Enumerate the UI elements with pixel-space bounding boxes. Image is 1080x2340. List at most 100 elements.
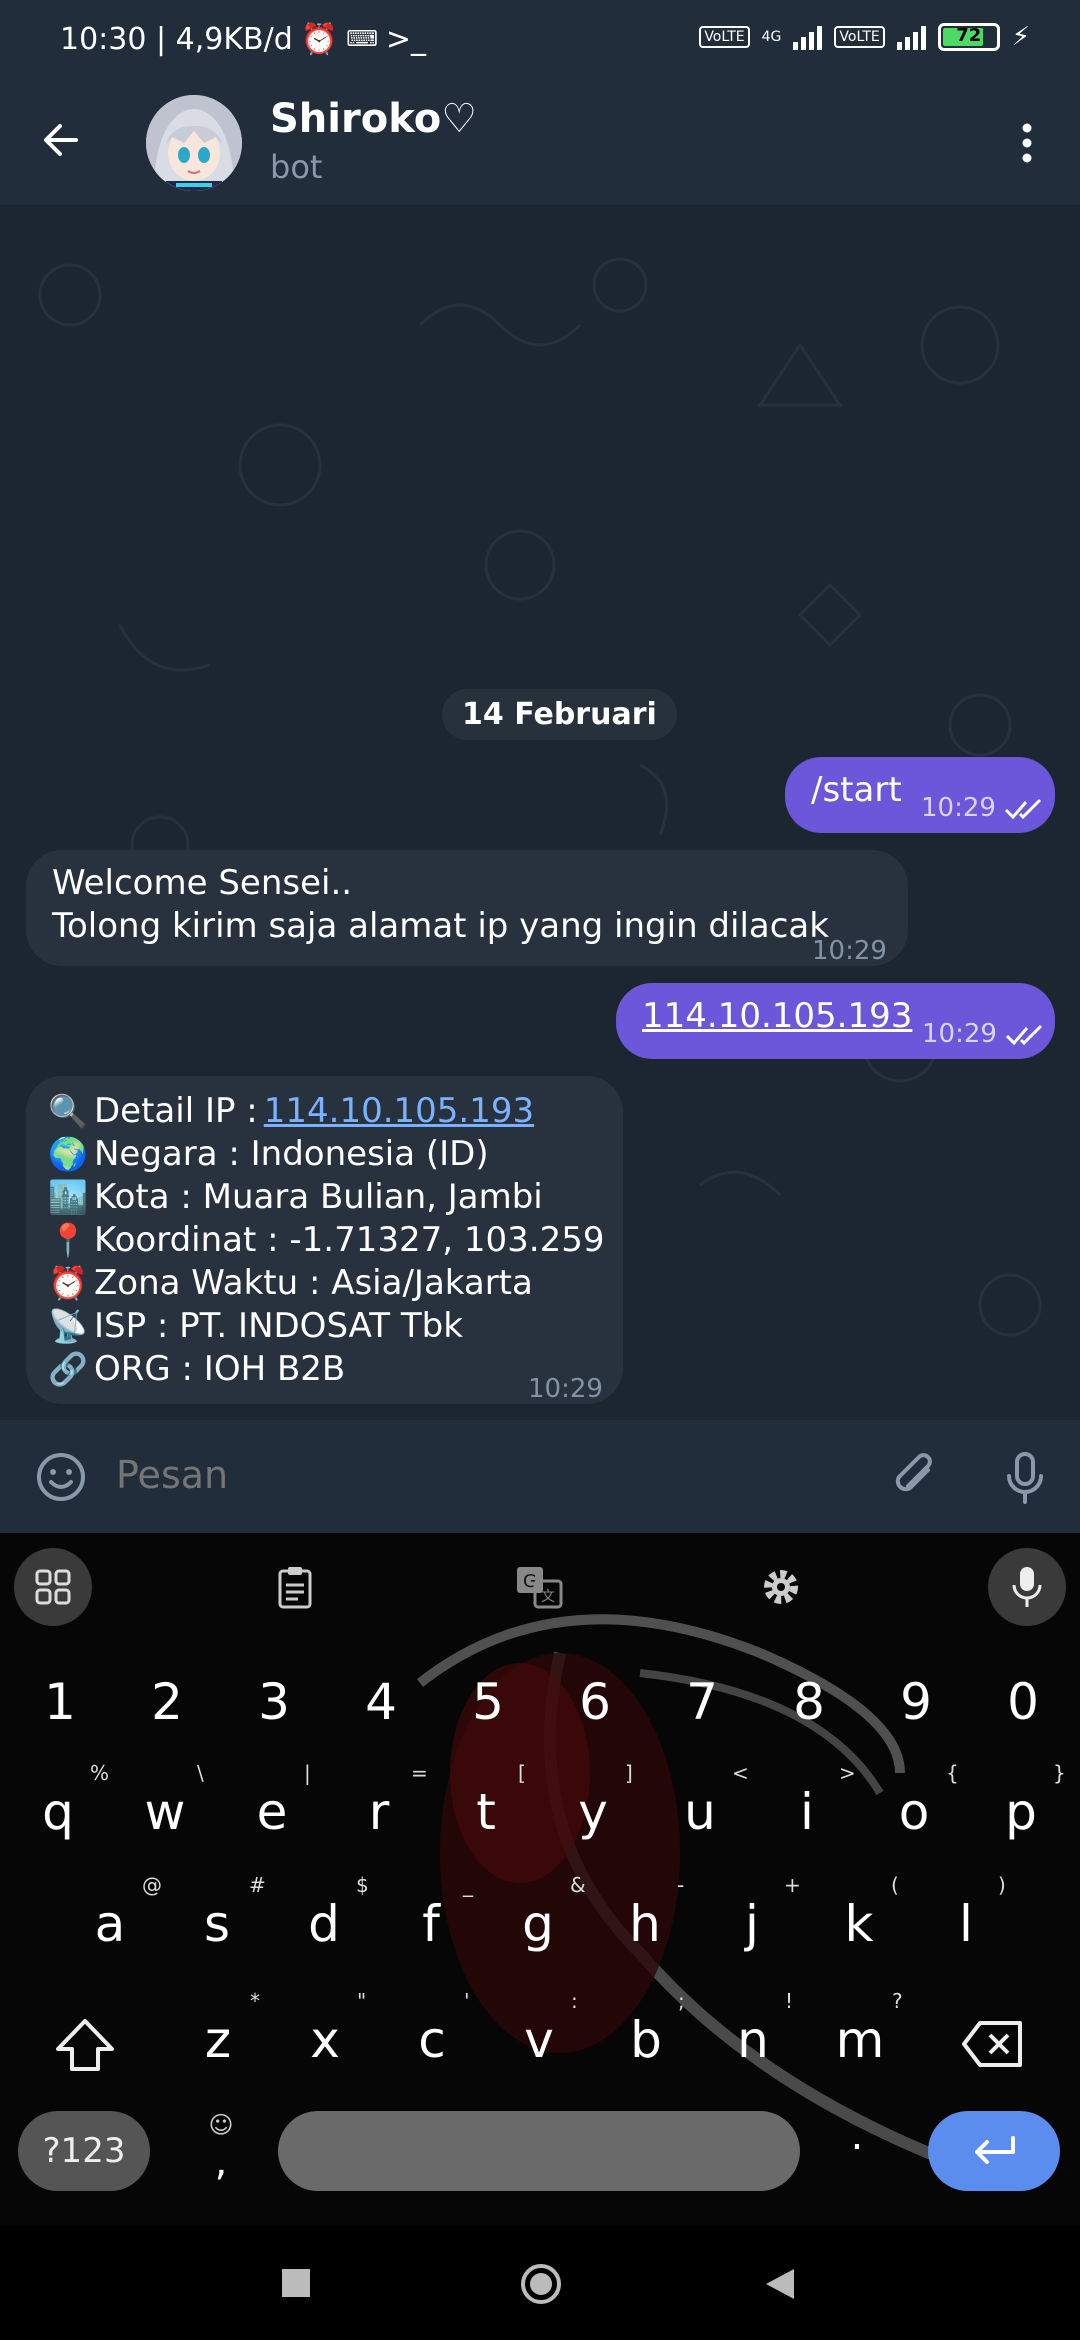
ip-link[interactable]: 114.10.105.193 xyxy=(264,1090,534,1133)
settings-gear-icon[interactable] xyxy=(742,1548,820,1626)
key-3[interactable]: 3 xyxy=(224,1673,324,1731)
key-2[interactable]: 2 xyxy=(117,1673,217,1731)
back-button[interactable] xyxy=(764,2267,796,2301)
charging-icon: ⚡ xyxy=(1011,22,1030,52)
key-4[interactable]: 4 xyxy=(331,1673,431,1731)
comma-key[interactable]: ☺ , xyxy=(196,2111,246,2191)
double-check-icon xyxy=(1005,1024,1042,1045)
home-button[interactable] xyxy=(520,2263,562,2305)
recents-button[interactable] xyxy=(282,2269,310,2297)
date-separator: 14 Februari xyxy=(442,689,677,740)
detail-row-ip: 🔍 Detail IP : 114.10.105.193 xyxy=(48,1090,604,1133)
back-arrow-icon[interactable] xyxy=(36,112,92,168)
clipboard-icon[interactable] xyxy=(256,1548,334,1626)
network-label: 4G xyxy=(761,29,782,45)
message-time: 10:29 xyxy=(528,1374,603,1404)
avatar[interactable] xyxy=(146,95,242,191)
microphone-icon[interactable] xyxy=(996,1448,1054,1506)
chat-title[interactable]: Shiroko♡ xyxy=(270,96,477,142)
chat-area[interactable]: 14 Februari /start 10:29 Welcome Sensei.… xyxy=(0,205,1080,1420)
message-outgoing[interactable]: 114.10.105.193 10:29 xyxy=(616,983,1055,1059)
ip-link[interactable]: 114.10.105.193 xyxy=(642,995,912,1038)
message-meta: 10:29 xyxy=(922,1013,1045,1056)
space-key[interactable] xyxy=(278,2111,800,2191)
key-v[interactable]: v xyxy=(489,2011,589,2069)
more-vert-icon[interactable] xyxy=(1002,118,1052,168)
key-g[interactable]: g xyxy=(488,1895,588,1953)
key-i[interactable]: i xyxy=(757,1783,857,1841)
key-r[interactable]: r xyxy=(329,1783,429,1841)
detail-row-country: 🌍 Negara : Indonesia (ID) xyxy=(48,1133,604,1176)
key-w[interactable]: w xyxy=(115,1783,215,1841)
key-hint: % xyxy=(90,1761,110,1785)
key-e[interactable]: e xyxy=(222,1783,322,1841)
apps-grid-icon[interactable] xyxy=(14,1548,92,1626)
enter-key[interactable] xyxy=(928,2111,1060,2191)
key-y[interactable]: y xyxy=(543,1783,643,1841)
message-input-bar xyxy=(0,1420,1080,1533)
keyboard-icon: ⌨ xyxy=(346,27,378,52)
key-b[interactable]: b xyxy=(596,2011,696,2069)
key-l[interactable]: l xyxy=(916,1895,1016,1953)
key-h[interactable]: h xyxy=(595,1895,695,1953)
key-0[interactable]: 0 xyxy=(973,1673,1073,1731)
key-q[interactable]: q xyxy=(8,1783,108,1841)
key-5[interactable]: 5 xyxy=(438,1673,538,1731)
symbols-key-label: ?123 xyxy=(42,2131,126,2171)
key-7[interactable]: 7 xyxy=(652,1673,752,1731)
key-hint: \ xyxy=(197,1761,204,1785)
message-incoming-detail[interactable]: 🔍 Detail IP : 114.10.105.193 🌍 Negara : … xyxy=(26,1076,623,1404)
key-j[interactable]: j xyxy=(702,1895,802,1953)
key-hint: } xyxy=(1053,1761,1066,1785)
message-incoming[interactable]: Welcome Sensei.. Tolong kirim saja alama… xyxy=(26,850,908,966)
shift-icon[interactable] xyxy=(52,2015,118,2075)
globe-icon: 🌍 xyxy=(48,1135,88,1173)
backspace-icon[interactable] xyxy=(960,2019,1026,2069)
key-n[interactable]: n xyxy=(703,2011,803,2069)
key-x[interactable]: x xyxy=(275,2011,375,2069)
key-k[interactable]: k xyxy=(809,1895,909,1953)
key-1[interactable]: 1 xyxy=(10,1673,110,1731)
detail-label: Koordinat : -1.71327, 103.259 xyxy=(94,1220,605,1260)
key-8[interactable]: 8 xyxy=(759,1673,859,1731)
key-6[interactable]: 6 xyxy=(545,1673,645,1731)
voice-input-icon[interactable] xyxy=(988,1548,1066,1626)
key-u[interactable]: u xyxy=(650,1783,750,1841)
period-key[interactable]: . xyxy=(832,2113,882,2159)
key-t[interactable]: t xyxy=(436,1783,536,1841)
signal-icon-2 xyxy=(896,24,926,50)
symbols-key[interactable]: ?123 xyxy=(18,2111,150,2191)
system-nav-bar xyxy=(0,2225,1080,2340)
ip-detail-list: 🔍 Detail IP : 114.10.105.193 🌍 Negara : … xyxy=(48,1090,604,1391)
key-c[interactable]: c xyxy=(382,2011,482,2069)
pin-icon: 📍 xyxy=(48,1221,88,1259)
detail-row-isp: 📡 ISP : PT. INDOSAT Tbk xyxy=(48,1305,604,1348)
signal-icon xyxy=(793,24,823,50)
detail-label: ISP : PT. INDOSAT Tbk xyxy=(94,1306,463,1346)
message-outgoing[interactable]: /start 10:29 xyxy=(785,757,1055,833)
key-hint: : xyxy=(571,1989,578,2013)
key-hint: - xyxy=(677,1873,685,1897)
key-p[interactable]: p xyxy=(971,1783,1071,1841)
key-hint: " xyxy=(357,1989,367,2013)
key-f[interactable]: f xyxy=(381,1895,481,1953)
key-hint: $ xyxy=(356,1873,369,1897)
detail-row-city: 🏙️ Kota : Muara Bulian, Jambi xyxy=(48,1176,604,1219)
chat-subtitle: bot xyxy=(270,148,323,186)
translate-icon[interactable]: G文 xyxy=(500,1548,578,1626)
message-input[interactable] xyxy=(114,1452,878,1498)
key-z[interactable]: z xyxy=(168,2011,268,2069)
key-hint: > xyxy=(839,1761,856,1785)
key-m[interactable]: m xyxy=(810,2011,910,2069)
emoji-icon[interactable] xyxy=(32,1448,90,1506)
comma-key-label: , xyxy=(214,2139,228,2185)
key-s[interactable]: s xyxy=(167,1895,267,1953)
message-meta: 10:29 xyxy=(921,787,1044,830)
key-9[interactable]: 9 xyxy=(866,1673,966,1731)
key-a[interactable]: a xyxy=(60,1895,160,1953)
key-o[interactable]: o xyxy=(864,1783,964,1841)
key-d[interactable]: d xyxy=(274,1895,374,1953)
alarm-clock-icon: ⏰ xyxy=(48,1264,88,1302)
message-text: /start xyxy=(811,770,902,810)
attach-icon[interactable] xyxy=(888,1448,946,1506)
